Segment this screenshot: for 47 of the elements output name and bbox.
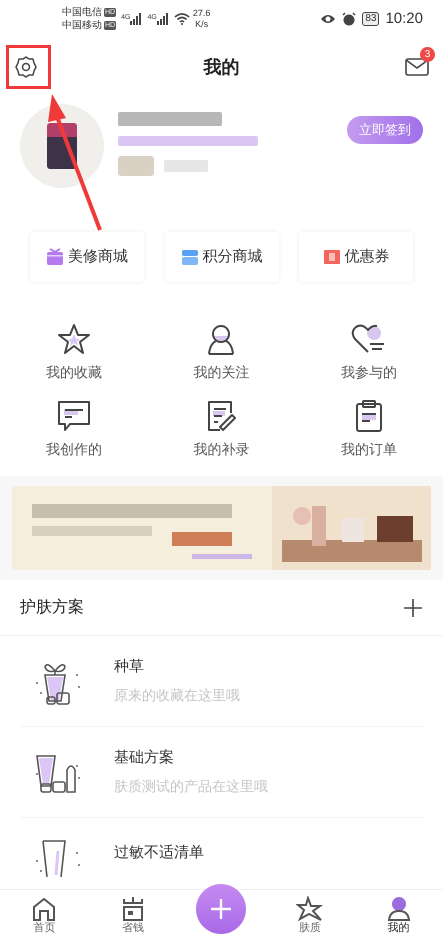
- blurred-badge: [118, 156, 154, 176]
- plan-subtitle: 肤质测试的产品在这里哦: [114, 776, 268, 796]
- plan-item[interactable]: 种草 原来的收藏在这里哦: [20, 636, 423, 727]
- carrier-name: 中国电信: [62, 6, 102, 19]
- wifi-icon: [174, 13, 190, 25]
- carrier-name: 中国移动: [62, 19, 102, 32]
- menu-item[interactable]: 我的关注: [148, 322, 296, 383]
- signal-icon: [130, 13, 142, 25]
- shortcut-button[interactable]: 美修商城: [30, 232, 144, 282]
- plan-item[interactable]: 过敏不适清单: [20, 818, 423, 889]
- plan-title: 过敏不适清单: [114, 843, 204, 864]
- plus-icon: [210, 898, 232, 920]
- plan-title: 基础方案: [114, 748, 175, 768]
- battery-indicator: 83: [362, 12, 380, 26]
- menu-item[interactable]: 我的补录: [148, 399, 296, 460]
- menu-item[interactable]: 我参与的: [295, 322, 443, 383]
- coupon-icon: [322, 248, 340, 266]
- signal-icon: [156, 13, 169, 25]
- shortcut-button[interactable]: 优惠券: [299, 232, 413, 282]
- gift-icon: [46, 248, 64, 266]
- eye-icon: [320, 13, 336, 25]
- menu-item[interactable]: 我的收藏: [0, 322, 148, 383]
- star-icon: [56, 322, 91, 356]
- settings-icon[interactable]: [14, 55, 38, 79]
- tab[interactable]: 首页: [0, 890, 89, 934]
- shortcut-button[interactable]: 积分商城: [164, 232, 278, 282]
- clock: 10:20: [385, 8, 423, 29]
- network-speed: 27.6: [192, 8, 210, 19]
- store-icon: [180, 248, 198, 266]
- section-title: 护肤方案: [20, 597, 84, 618]
- menu-item[interactable]: 我创作的: [0, 399, 148, 460]
- plan-subtitle: 原来的收藏在这里哦: [114, 686, 240, 705]
- speed-unit: K/s: [195, 19, 208, 30]
- page-title: 我的: [204, 56, 240, 78]
- plan-title: 种草: [114, 657, 145, 678]
- mail-icon[interactable]: [405, 57, 429, 77]
- unread-badge: 3: [420, 47, 435, 62]
- tab[interactable]: 省钱: [88, 890, 178, 934]
- chat-icon: [56, 399, 92, 433]
- blurred-text: [164, 160, 208, 172]
- highlight-box: [6, 45, 51, 89]
- menu-item[interactable]: 我的订单: [295, 399, 443, 460]
- tab[interactable]: 肤质: [266, 890, 354, 934]
- alarm-icon: [342, 12, 356, 26]
- plan-item[interactable]: 基础方案 肤质测试的产品在这里哦: [20, 727, 423, 818]
- add-icon[interactable]: [403, 598, 423, 618]
- tab[interactable]: 我的: [354, 890, 443, 934]
